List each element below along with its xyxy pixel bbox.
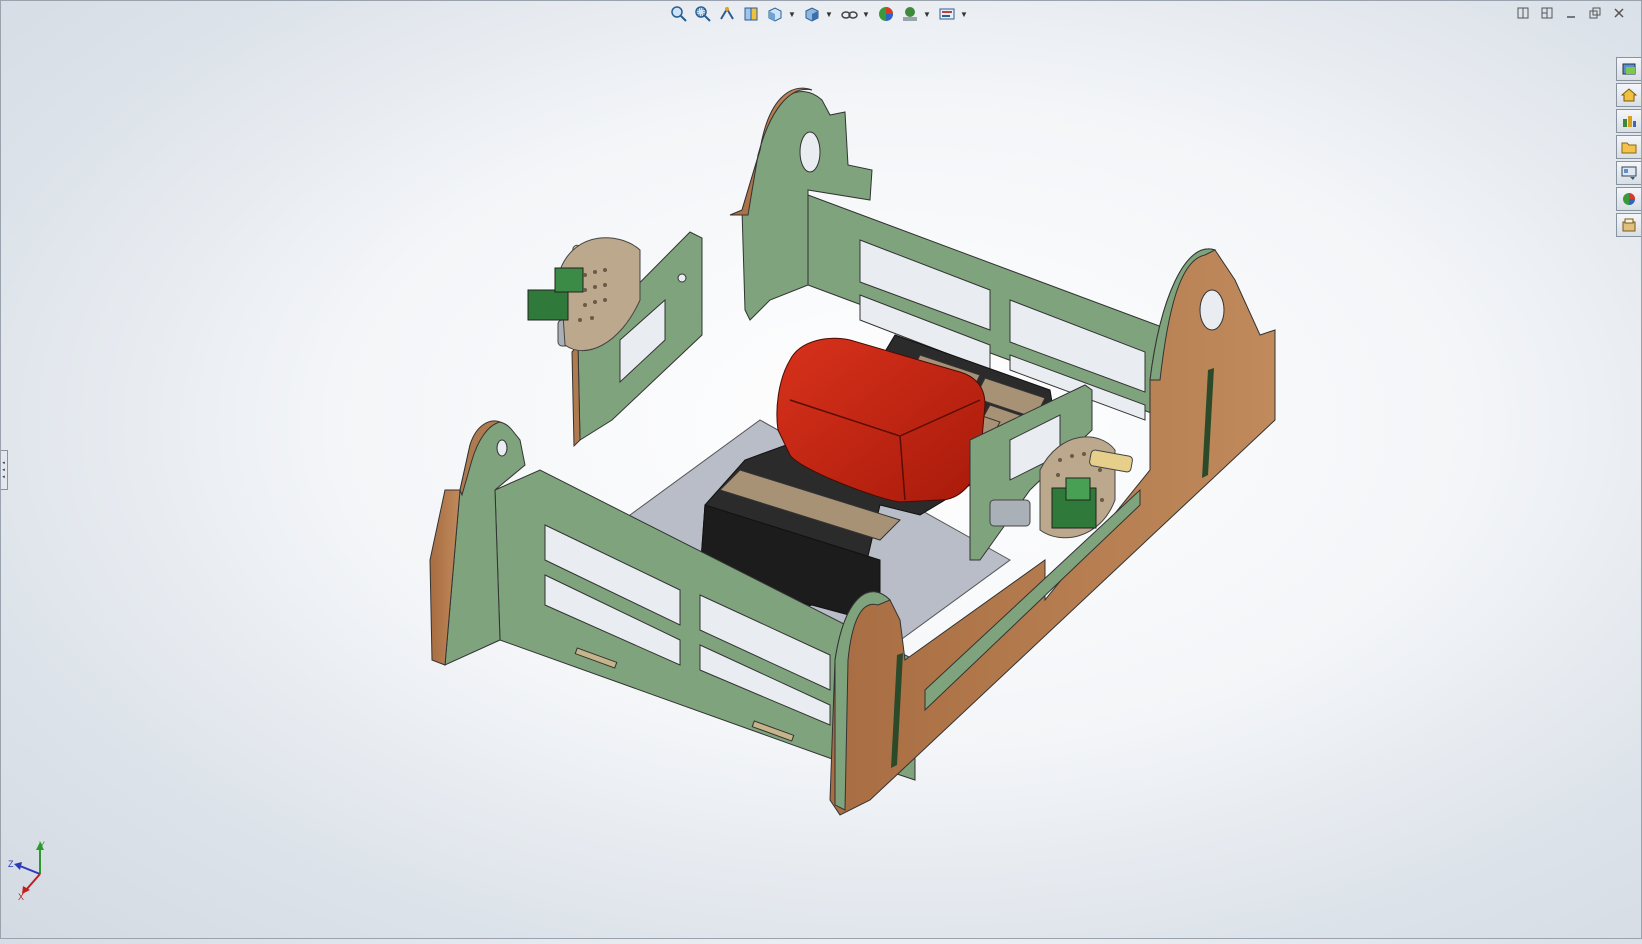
- display-style-dropdown[interactable]: ▼: [825, 3, 833, 25]
- appearances-scenes-icon[interactable]: [1616, 187, 1641, 211]
- tile-horizontal-icon[interactable]: [1514, 4, 1532, 22]
- file-explorer-icon[interactable]: [1616, 135, 1641, 159]
- previous-view-icon[interactable]: [716, 3, 738, 25]
- view-palette-icon[interactable]: [1616, 161, 1641, 185]
- section-view-icon[interactable]: [740, 3, 762, 25]
- apply-scene-dropdown[interactable]: ▼: [923, 3, 931, 25]
- display-style-icon[interactable]: [801, 3, 823, 25]
- triad-x-label: X: [18, 892, 24, 902]
- hide-show-items-icon[interactable]: [838, 3, 860, 25]
- feature-manager-collapse-handle[interactable]: ◂ ◂ ◂: [0, 450, 8, 490]
- hide-show-items-dropdown[interactable]: ▼: [862, 3, 870, 25]
- close-icon[interactable]: [1610, 4, 1628, 22]
- task-pane-tabs: [1616, 57, 1642, 237]
- cad-model: [429, 87, 1276, 816]
- minimize-icon[interactable]: [1562, 4, 1580, 22]
- tile-vertical-icon[interactable]: [1538, 4, 1556, 22]
- home-icon[interactable]: [1616, 83, 1641, 107]
- view-settings-icon[interactable]: [936, 3, 958, 25]
- view-orientation-icon[interactable]: [764, 3, 786, 25]
- apply-scene-icon[interactable]: [899, 3, 921, 25]
- solidworks-resources-icon[interactable]: [1616, 57, 1641, 81]
- view-settings-dropdown[interactable]: ▼: [960, 3, 968, 25]
- edit-appearance-icon[interactable]: [875, 3, 897, 25]
- window-controls: [1514, 4, 1628, 22]
- view-orientation-dropdown[interactable]: ▼: [788, 3, 796, 25]
- triad-y-label: Y: [39, 840, 45, 850]
- heads-up-view-toolbar: ▼ ▼ ▼ ▼ ▼: [668, 3, 971, 25]
- triad-z-label: Z: [8, 859, 14, 869]
- custom-properties-icon[interactable]: [1616, 213, 1641, 237]
- design-library-icon[interactable]: [1616, 109, 1641, 133]
- restore-icon[interactable]: [1586, 4, 1604, 22]
- graphics-area[interactable]: [0, 0, 1642, 939]
- zoom-to-fit-icon[interactable]: [668, 3, 690, 25]
- reference-triad: Y Z X: [6, 840, 54, 902]
- zoom-to-area-icon[interactable]: [692, 3, 714, 25]
